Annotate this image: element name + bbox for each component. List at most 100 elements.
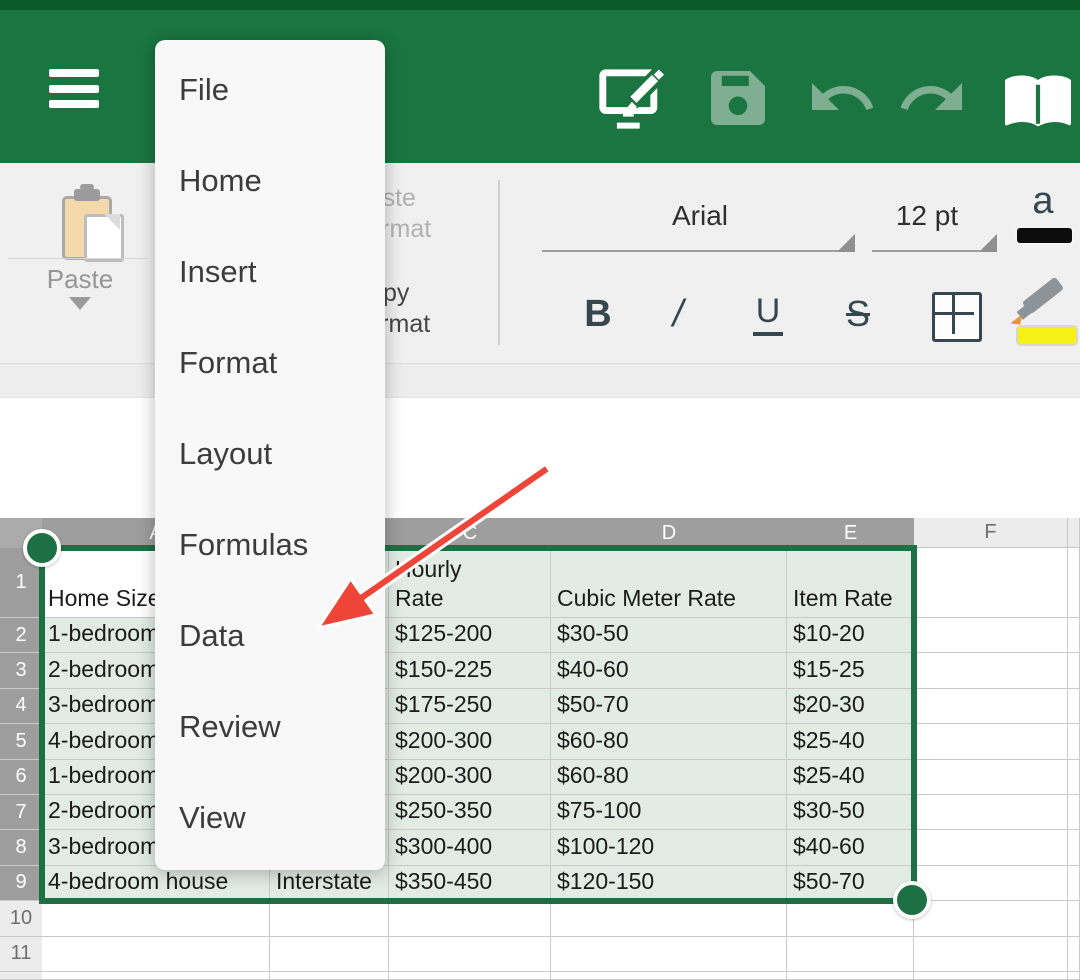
font-size-dropdown-caret[interactable] — [979, 234, 997, 252]
cell-F7[interactable] — [914, 795, 1068, 830]
cell-D2[interactable]: $30-50 — [551, 618, 787, 653]
column-header-D[interactable]: D — [551, 518, 787, 548]
font-size-dropdown[interactable]: 12 pt — [872, 200, 982, 232]
selection-handle-top-left[interactable] — [23, 529, 61, 567]
column-header-partial[interactable] — [1068, 518, 1080, 548]
cell-C4[interactable]: $175-250 — [389, 689, 551, 724]
cell-partial-row8[interactable] — [1068, 830, 1080, 865]
cell-D9[interactable]: $120-150 — [551, 866, 787, 901]
cell-E7[interactable]: $30-50 — [787, 795, 914, 830]
menu-item-insert[interactable]: Insert — [155, 226, 385, 317]
cell-E11[interactable] — [787, 937, 914, 972]
cell-partial-row11[interactable] — [1068, 937, 1080, 972]
column-header-F[interactable]: F — [914, 518, 1068, 548]
redo-icon[interactable] — [896, 62, 968, 134]
cell-F2[interactable] — [914, 618, 1068, 653]
cell-C1[interactable]: Hourly Rate — [389, 548, 551, 618]
cell-D1[interactable]: Cubic Meter Rate — [551, 548, 787, 618]
cell-partial-row7[interactable] — [1068, 795, 1080, 830]
bold-button[interactable]: B — [568, 286, 628, 342]
cell-D3[interactable]: $40-60 — [551, 653, 787, 688]
cell-E6[interactable]: $25-40 — [787, 760, 914, 795]
row-header-2[interactable]: 2 — [0, 618, 42, 653]
cell-D8[interactable]: $100-120 — [551, 830, 787, 865]
cell-F8[interactable] — [914, 830, 1068, 865]
cell-C5[interactable]: $200-300 — [389, 724, 551, 759]
save-icon[interactable] — [702, 62, 774, 134]
cell-B9[interactable]: Interstate — [270, 866, 389, 901]
paste-dropdown-caret[interactable] — [69, 297, 91, 310]
cell-C2[interactable]: $125-200 — [389, 618, 551, 653]
menu-item-data[interactable]: Data — [155, 590, 385, 681]
cell-C10[interactable] — [389, 901, 551, 936]
row-header-11[interactable]: 11 — [0, 937, 42, 972]
cell-B10[interactable] — [270, 901, 389, 936]
row-header-5[interactable]: 5 — [0, 724, 42, 759]
cell-E4[interactable]: $20-30 — [787, 689, 914, 724]
menu-item-layout[interactable]: Layout — [155, 408, 385, 499]
menu-item-file[interactable]: File — [155, 44, 385, 135]
row-header-8[interactable]: 8 — [0, 830, 42, 865]
cell-F6[interactable] — [914, 760, 1068, 795]
cell-C3[interactable]: $150-225 — [389, 653, 551, 688]
cell-A9[interactable]: 4-bedroom house — [42, 866, 270, 901]
cell-partial-row5[interactable] — [1068, 724, 1080, 759]
menu-item-review[interactable]: Review — [155, 681, 385, 772]
font-color-icon[interactable]: a — [1010, 180, 1076, 223]
row-header-10[interactable]: 10 — [0, 901, 42, 936]
cell-F1[interactable] — [914, 548, 1068, 618]
cell-partial-row10[interactable] — [1068, 901, 1080, 936]
cell-D6[interactable]: $60-80 — [551, 760, 787, 795]
font-color-swatch[interactable] — [1017, 228, 1072, 243]
cell-partial-row9[interactable] — [1068, 866, 1080, 901]
row-header-7[interactable]: 7 — [0, 795, 42, 830]
row-header-9[interactable]: 9 — [0, 866, 42, 901]
cell-E1[interactable]: Item Rate — [787, 548, 914, 618]
cell-D5[interactable]: $60-80 — [551, 724, 787, 759]
menu-item-format[interactable]: Format — [155, 317, 385, 408]
menu-item-home[interactable]: Home — [155, 135, 385, 226]
paste-button[interactable]: Paste — [20, 264, 140, 295]
column-header-E[interactable]: E — [787, 518, 914, 548]
cell-D4[interactable]: $50-70 — [551, 689, 787, 724]
cell-C9[interactable]: $350-450 — [389, 866, 551, 901]
font-name-dropdown[interactable]: Arial — [600, 200, 800, 232]
menu-item-formulas[interactable]: Formulas — [155, 499, 385, 590]
cell-F11[interactable] — [914, 937, 1068, 972]
cell-E8[interactable]: $40-60 — [787, 830, 914, 865]
cell-D10[interactable] — [551, 901, 787, 936]
cell-F9[interactable] — [914, 866, 1068, 901]
strikethrough-button[interactable]: S — [828, 286, 888, 342]
cell-C6[interactable]: $200-300 — [389, 760, 551, 795]
cell-partial-row4[interactable] — [1068, 689, 1080, 724]
cell-F10[interactable] — [914, 901, 1068, 936]
italic-button[interactable]: / — [648, 286, 708, 342]
cell-C11[interactable] — [389, 937, 551, 972]
cell-C7[interactable]: $250-350 — [389, 795, 551, 830]
read-mode-icon[interactable] — [1002, 62, 1074, 134]
cell-A11[interactable] — [42, 937, 270, 972]
cell-D11[interactable] — [551, 937, 787, 972]
cell-partial-row6[interactable] — [1068, 760, 1080, 795]
selection-handle-bottom-right[interactable] — [893, 881, 931, 919]
row-header-partial[interactable] — [0, 972, 42, 980]
row-header-3[interactable]: 3 — [0, 653, 42, 688]
cell-partial-row2[interactable] — [1068, 618, 1080, 653]
row-header-4[interactable]: 4 — [0, 689, 42, 724]
cell-A10[interactable] — [42, 901, 270, 936]
cell-F5[interactable] — [914, 724, 1068, 759]
menu-item-view[interactable]: View — [155, 772, 385, 863]
column-header-C[interactable]: C — [389, 518, 551, 548]
font-name-dropdown-caret[interactable] — [837, 234, 855, 252]
cell-E3[interactable]: $15-25 — [787, 653, 914, 688]
cell-F4[interactable] — [914, 689, 1068, 724]
cell-partial-row1[interactable] — [1068, 548, 1080, 618]
cell-E5[interactable]: $25-40 — [787, 724, 914, 759]
row-header-6[interactable]: 6 — [0, 760, 42, 795]
cell-F3[interactable] — [914, 653, 1068, 688]
undo-icon[interactable] — [806, 62, 878, 134]
cell-C8[interactable]: $300-400 — [389, 830, 551, 865]
edit-mode-icon[interactable] — [598, 62, 670, 134]
cell-E2[interactable]: $10-20 — [787, 618, 914, 653]
cell-D7[interactable]: $75-100 — [551, 795, 787, 830]
